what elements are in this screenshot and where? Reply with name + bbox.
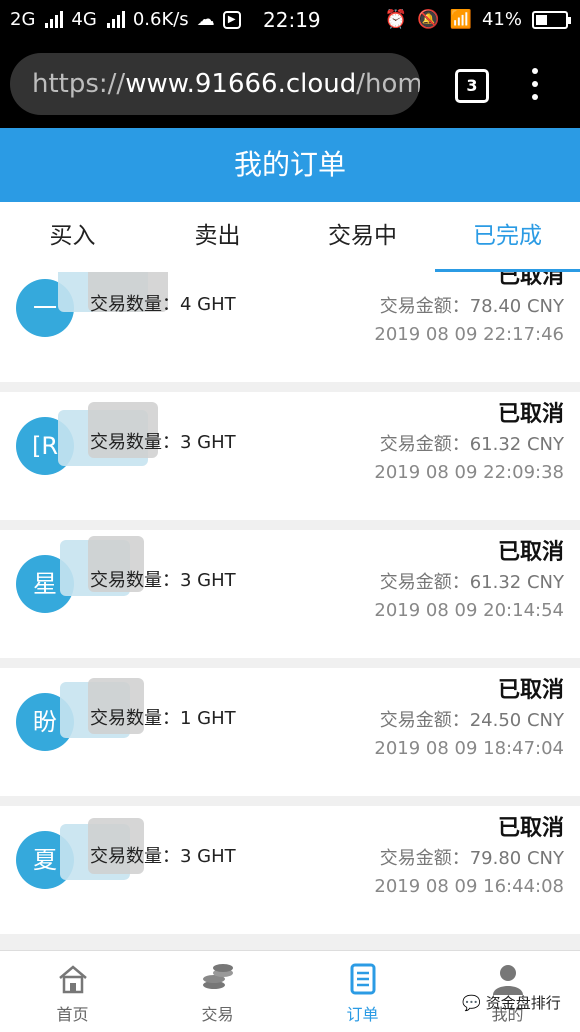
coins-icon <box>203 964 233 989</box>
order-quantity: 交易数量：3 GHT <box>90 570 236 591</box>
network-type: 2G <box>10 9 36 30</box>
order-amount: 交易金额：79.80 CNY <box>379 848 564 869</box>
tab-completed[interactable]: 已完成 <box>435 202 580 272</box>
user-icon <box>493 965 523 995</box>
order-card[interactable]: 一 交易数量：4 GHT 已取消 交易金额：78.40 CNY 2019 08 … <box>0 272 580 382</box>
watermark: 💬 资金盘排行 <box>462 992 561 1013</box>
signal-icon-2 <box>106 11 125 28</box>
tab-in-progress[interactable]: 交易中 <box>290 202 435 272</box>
url-scheme: https:// <box>32 69 126 99</box>
order-time: 2019 08 09 22:17:46 <box>374 324 564 345</box>
order-amount: 交易金额：61.32 CNY <box>379 572 564 593</box>
wechat-icon: 💬 <box>462 993 481 1012</box>
order-amount: 交易金额：61.32 CNY <box>379 434 564 455</box>
tab-sell[interactable]: 卖出 <box>145 202 290 272</box>
order-list-icon <box>350 963 376 995</box>
order-status: 已取消 <box>497 402 564 427</box>
url-bar[interactable]: https://www.91666.cloud/home <box>10 53 420 115</box>
network-type-2: 4G <box>71 9 97 30</box>
page-title: 我的订单 <box>0 128 580 202</box>
url-path: /home <box>356 69 420 99</box>
mute-icon: 🔕 <box>417 9 440 30</box>
order-time: 2019 08 09 18:47:04 <box>374 738 564 759</box>
home-icon <box>59 965 87 994</box>
play-icon: ▶ <box>222 10 241 29</box>
order-status: 已取消 <box>497 272 564 289</box>
signal-icon <box>45 11 64 28</box>
nav-home-label: 首页 <box>56 1005 89 1024</box>
nav-orders[interactable]: 订单 <box>290 951 435 1032</box>
battery-percent: 41% <box>481 9 522 30</box>
order-card[interactable]: [R 交易数量：3 GHT 已取消 交易金额：61.32 CNY 2019 08… <box>0 392 580 520</box>
tab-buy[interactable]: 买入 <box>0 202 145 272</box>
nav-orders-label: 订单 <box>346 1005 379 1024</box>
nav-trade-label: 交易 <box>201 1005 234 1024</box>
nav-home[interactable]: 首页 <box>0 951 145 1032</box>
network-speed: 0.6K/s <box>132 9 189 30</box>
order-card[interactable]: 夏 交易数量：3 GHT 已取消 交易金额：79.80 CNY 2019 08 … <box>0 806 580 934</box>
url-host: www.91666.cloud <box>125 69 357 99</box>
order-time: 2019 08 09 20:14:54 <box>374 600 564 621</box>
nav-trade[interactable]: 交易 <box>145 951 290 1032</box>
order-card[interactable]: 星 交易数量：3 GHT 已取消 交易金额：61.32 CNY 2019 08 … <box>0 530 580 658</box>
status-bar: 2G 4G 0.6K/s ☁ ▶ 22:19 ⏰ 🔕 📶 41% <box>0 0 580 40</box>
order-status: 已取消 <box>497 816 564 841</box>
order-card[interactable]: 盼 交易数量：1 GHT 已取消 交易金额：24.50 CNY 2019 08 … <box>0 668 580 796</box>
order-time: 2019 08 09 22:09:38 <box>374 462 564 483</box>
order-status: 已取消 <box>497 540 564 565</box>
order-list: 一 交易数量：4 GHT 已取消 交易金额：78.40 CNY 2019 08 … <box>0 272 580 950</box>
menu-icon[interactable] <box>528 68 542 100</box>
order-status: 已取消 <box>497 678 564 703</box>
watermark-text: 资金盘排行 <box>485 994 561 1012</box>
order-quantity: 交易数量：4 GHT <box>90 294 236 315</box>
cloud-icon: ☁ <box>196 9 215 30</box>
browser-toolbar: https://www.91666.cloud/home 3 <box>0 40 580 128</box>
order-quantity: 交易数量：3 GHT <box>90 846 236 867</box>
order-quantity: 交易数量：1 GHT <box>90 708 236 729</box>
alarm-icon: ⏰ <box>384 9 408 30</box>
wifi-icon: 📶 <box>449 9 472 30</box>
order-time: 2019 08 09 16:44:08 <box>374 876 564 897</box>
clock: 22:19 <box>263 8 321 32</box>
order-amount: 交易金额：24.50 CNY <box>379 710 564 731</box>
bottom-nav: 首页 交易 订单 我的 <box>0 950 580 1032</box>
tab-switcher-button[interactable]: 3 <box>455 69 489 103</box>
order-amount: 交易金额：78.40 CNY <box>379 296 564 317</box>
order-tabs: 买入 卖出 交易中 已完成 <box>0 202 580 272</box>
battery-icon <box>532 10 571 29</box>
order-quantity: 交易数量：3 GHT <box>90 432 236 453</box>
